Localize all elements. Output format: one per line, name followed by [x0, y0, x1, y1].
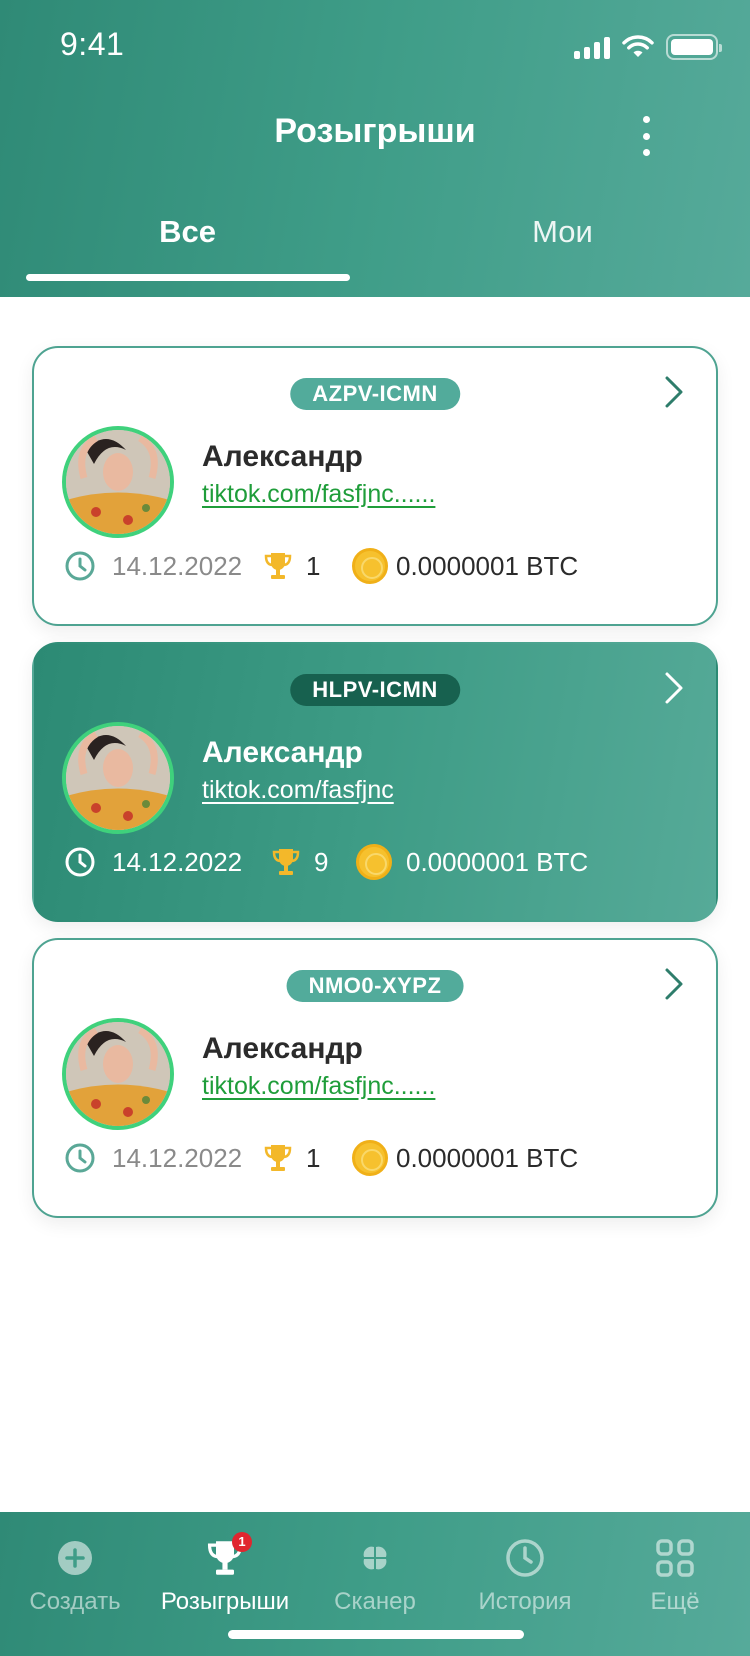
winners-text: 1	[306, 1142, 321, 1173]
giveaway-card[interactable]: AZPV-ICMN Александр tiktok.com/fasfjnc..…	[32, 346, 718, 626]
trophy-icon	[272, 849, 300, 875]
winners-count: 9	[272, 842, 328, 882]
status-icons	[574, 34, 722, 60]
organizer-name: Александр	[202, 736, 363, 769]
giveaway-link[interactable]: tiktok.com/fasfjnc	[202, 776, 394, 805]
prize-text: 0.0000001 BTC	[396, 550, 579, 581]
winners-count: 1	[264, 546, 320, 586]
organizer-name: Александр	[202, 1032, 363, 1065]
giveaway-date: 14.12.2022	[64, 1138, 242, 1178]
nav-item-more[interactable]: Ещё	[600, 1534, 750, 1616]
giveaway-link[interactable]: tiktok.com/fasfjnc......	[202, 480, 435, 509]
prize-amount: 0.0000001 BTC	[352, 546, 578, 586]
app-header: 9:41 Розыгрыши Все Мои	[0, 0, 750, 297]
clock-icon	[65, 1143, 95, 1173]
tab-all[interactable]: Все	[0, 214, 375, 250]
nav-label: Создать	[29, 1588, 121, 1615]
clock-icon	[506, 1539, 544, 1577]
nav-item-scanner[interactable]: Сканер	[300, 1534, 450, 1616]
status-time: 9:41	[60, 26, 125, 62]
giveaway-code-badge: HLPV-ICMN	[290, 674, 460, 706]
giveaway-code-badge: NMO0-XYPZ	[286, 970, 464, 1002]
nav-item-create[interactable]: Создать	[0, 1534, 150, 1616]
prize-amount: 0.0000001 BTC	[356, 842, 588, 882]
nav-label: Сканер	[334, 1588, 416, 1615]
clock-icon	[65, 847, 95, 877]
plus-circle-icon	[58, 1541, 92, 1575]
date-text: 14.12.2022	[112, 1142, 243, 1173]
giveaway-date: 14.12.2022	[64, 842, 242, 882]
coin-icon	[352, 1140, 388, 1176]
clover-icon	[363, 1546, 387, 1570]
cellular-signal-icon	[574, 35, 610, 59]
chevron-right-icon[interactable]	[662, 670, 686, 706]
winners-text: 1	[306, 550, 321, 581]
nav-label: Розыгрыши	[160, 1588, 290, 1615]
more-menu-button[interactable]	[638, 116, 654, 156]
avatar	[62, 426, 174, 538]
trophy-icon	[264, 1145, 292, 1171]
clock-icon	[65, 551, 95, 581]
home-indicator	[228, 1630, 524, 1639]
prize-amount: 0.0000001 BTC	[352, 1138, 578, 1178]
avatar	[62, 722, 174, 834]
chevron-right-icon[interactable]	[662, 966, 686, 1002]
prize-text: 0.0000001 BTC	[396, 1142, 579, 1173]
trophy-icon	[264, 553, 292, 579]
giveaway-date: 14.12.2022	[64, 546, 242, 586]
date-text: 14.12.2022	[112, 846, 243, 877]
organizer-name: Александр	[202, 440, 363, 473]
giveaway-card[interactable]: HLPV-ICMN Александр tiktok.com/fasfjnc 1…	[32, 642, 718, 922]
avatar	[62, 1018, 174, 1130]
notification-badge: 1	[232, 1532, 252, 1552]
nav-item-history[interactable]: История	[450, 1534, 600, 1616]
grid-icon	[656, 1539, 694, 1577]
giveaway-code-badge: AZPV-ICMN	[290, 378, 460, 410]
nav-label: Ещё	[650, 1588, 700, 1615]
nav-item-giveaways[interactable]: 1 Розыгрыши	[150, 1532, 300, 1616]
winners-count: 1	[264, 1138, 320, 1178]
prize-text: 0.0000001 BTC	[406, 846, 589, 877]
coin-icon	[352, 548, 388, 584]
nav-label: История	[478, 1588, 572, 1615]
battery-icon	[666, 34, 722, 60]
coin-icon	[356, 844, 392, 880]
active-tab-indicator	[26, 274, 350, 281]
tab-mine[interactable]: Мои	[375, 214, 750, 250]
wifi-icon	[622, 35, 654, 57]
date-text: 14.12.2022	[112, 550, 243, 581]
chevron-right-icon[interactable]	[662, 374, 686, 410]
giveaway-card[interactable]: NMO0-XYPZ Александр tiktok.com/fasfjnc..…	[32, 938, 718, 1218]
winners-text: 9	[314, 846, 329, 877]
giveaway-link[interactable]: tiktok.com/fasfjnc......	[202, 1072, 435, 1101]
